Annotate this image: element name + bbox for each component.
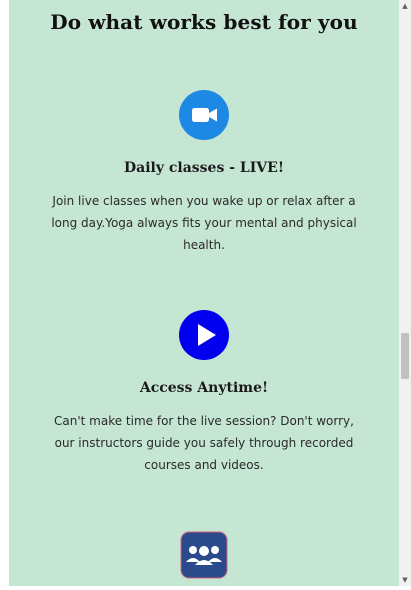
scroll-up-arrow-icon[interactable]: ▲ [399,0,411,12]
vertical-scrollbar[interactable]: ▲ ▼ [399,0,411,586]
group-icon [179,530,229,580]
play-icon [179,310,229,360]
feature-title: Access Anytime! [139,380,269,396]
page-viewport: Do what works best for you Daily classes… [9,0,399,586]
feature-community [9,530,399,580]
window-bottom-edge [9,586,411,590]
scroll-down-arrow-icon[interactable]: ▼ [399,574,411,586]
feature-description: Join live classes when you wake up or re… [51,194,357,252]
video-camera-icon [179,90,229,140]
feature-daily-classes: Daily classes - LIVE! Join live classes … [9,90,399,256]
feature-title: Daily classes - LIVE! [124,160,284,176]
feature-description: Can't make time for the live session? Do… [54,414,354,472]
section-title: Do what works best for you [50,10,358,34]
feature-access-anytime: Access Anytime! Can't make time for the … [9,310,399,476]
scrollbar-thumb[interactable] [401,333,409,379]
